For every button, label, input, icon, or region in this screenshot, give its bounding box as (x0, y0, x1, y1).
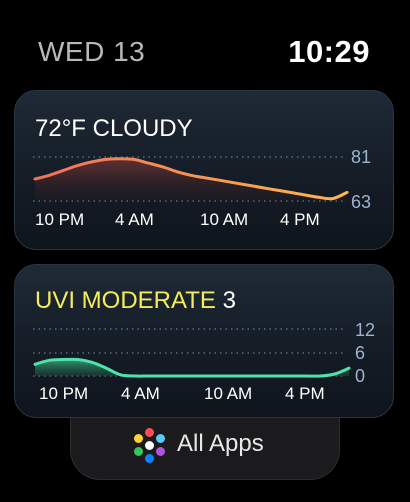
x-tick-10am: 10 AM (200, 210, 248, 229)
x-tick-10pm: 10 PM (35, 210, 84, 229)
y-tick-81: 81 (351, 147, 371, 167)
y-tick-12: 12 (355, 320, 375, 340)
status-time: 10:29 (288, 34, 370, 69)
app-grid-icon (132, 428, 168, 464)
x-tick-4am: 4 AM (115, 210, 154, 229)
all-apps-label: All Apps (177, 430, 264, 457)
y-tick-6: 6 (355, 343, 365, 363)
uv-area (35, 359, 349, 377)
x-tick-4pm: 4 PM (285, 384, 325, 403)
x-tick-10pm: 10 PM (39, 384, 88, 403)
status-date: WED 13 (38, 36, 146, 67)
uv-index-widget[interactable]: UVI MODERATE 3 12 6 0 10 PM 4 AM 10 AM 4… (14, 264, 394, 418)
all-apps-button[interactable]: All Apps (70, 418, 340, 480)
uv-chart: 12 6 0 10 PM 4 AM 10 AM 4 PM (33, 320, 375, 403)
y-tick-63: 63 (351, 192, 371, 212)
weather-widget[interactable]: 72°F CLOUDY 81 63 10 PM 4 AM 10 AM 4 PM (14, 90, 394, 250)
temperature-chart: 81 63 10 PM 4 AM 10 AM 4 PM (33, 147, 371, 229)
y-tick-0: 0 (355, 366, 365, 386)
watch-screen: WED 13 10:29 72°F CLOUDY 81 63 10 PM 4 A… (0, 0, 410, 502)
x-tick-4am: 4 AM (121, 384, 160, 403)
x-tick-10am: 10 AM (204, 384, 252, 403)
x-tick-4pm: 4 PM (280, 210, 320, 229)
